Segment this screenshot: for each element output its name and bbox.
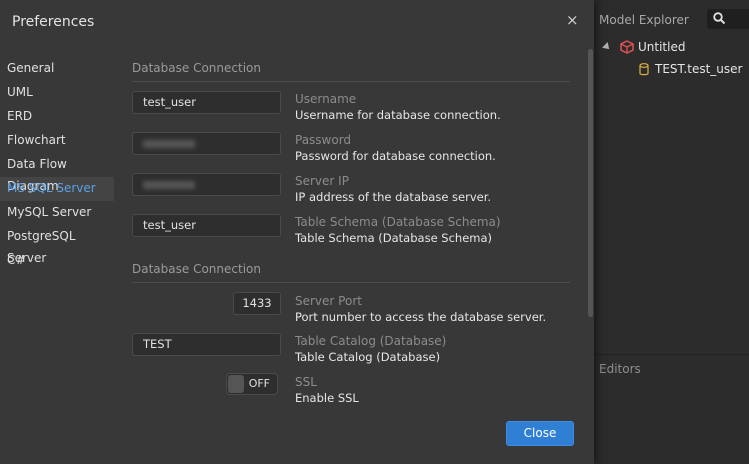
panel-divider: [594, 354, 749, 355]
username-label: Username: [295, 92, 357, 106]
password-help: Password for database connection.: [295, 149, 496, 163]
username-field[interactable]: test_user: [132, 91, 281, 114]
server-port-description: Server Port Port number to access the da…: [295, 294, 546, 326]
table-schema-field[interactable]: test_user: [132, 214, 281, 237]
settings-content: Database Connection test_user Username U…: [132, 57, 570, 402]
nav-item-flowchart[interactable]: Flowchart: [0, 129, 114, 153]
toggle-knob: [228, 375, 244, 393]
nav-item-csharp[interactable]: C#: [0, 249, 114, 273]
server-ip-field[interactable]: [132, 173, 281, 196]
close-button[interactable]: Close: [506, 421, 574, 446]
cube-icon: [620, 40, 634, 54]
nav-item-general[interactable]: General: [0, 57, 114, 81]
table-catalog-field[interactable]: TEST: [132, 333, 281, 356]
tree-item-label: TEST.test_user: [655, 62, 743, 76]
nav-item-uml[interactable]: UML: [0, 81, 114, 105]
nav-item-data-flow-diagram[interactable]: Data Flow Diagram: [0, 153, 114, 193]
preferences-dialog: Preferences × General UML ERD Flowchart …: [0, 0, 594, 464]
table-schema-description: Table Schema (Database Schema) Table Sch…: [295, 215, 501, 247]
table-catalog-description: Table Catalog (Database) Table Catalog (…: [295, 334, 446, 366]
close-icon[interactable]: ×: [566, 12, 579, 28]
editors-label: Editors: [599, 362, 641, 376]
settings-scrollbar[interactable]: [588, 49, 593, 317]
section-header: Database Connection: [132, 262, 570, 283]
model-explorer-title: Model Explorer: [599, 13, 689, 27]
section-header: Database Connection: [132, 61, 570, 82]
masked-value: [143, 140, 195, 148]
dialog-title: Preferences: [12, 14, 95, 30]
ssl-label: SSL: [295, 375, 317, 389]
server-ip-description: Server IP IP address of the database ser…: [295, 174, 491, 206]
table-schema-label: Table Schema (Database Schema): [295, 215, 501, 229]
masked-value: [143, 181, 195, 189]
server-port-label: Server Port: [295, 294, 362, 308]
ssl-toggle[interactable]: OFF: [226, 373, 278, 395]
server-port-field[interactable]: 1433: [233, 292, 281, 315]
ssl-toggle-state: OFF: [248, 377, 270, 390]
tree-item-untitled[interactable]: Untitled: [602, 40, 686, 54]
nav-item-erd[interactable]: ERD: [0, 105, 114, 129]
server-port-help: Port number to access the database serve…: [295, 310, 547, 324]
nav-item-postgresql-server[interactable]: PostgreSQL Server: [0, 225, 114, 265]
password-description: Password Password for database connectio…: [295, 133, 496, 165]
search-icon: [713, 12, 726, 25]
ssl-description: SSL Enable SSL: [295, 375, 359, 402]
server-ip-label: Server IP: [295, 174, 349, 188]
tree-item-label: Untitled: [638, 40, 686, 54]
tree-item-test-user[interactable]: TEST.test_user: [639, 62, 742, 76]
database-icon: [639, 62, 649, 75]
nav-item-ms-sql-server[interactable]: MS SQL Server: [0, 177, 114, 201]
password-field[interactable]: [132, 132, 281, 155]
server-ip-help: IP address of the database server.: [295, 190, 492, 204]
table-schema-help: Table Schema (Database Schema): [295, 231, 493, 245]
ssl-help: Enable SSL: [295, 391, 359, 402]
username-description: Username Username for database connectio…: [295, 92, 501, 124]
explorer-search-button[interactable]: [707, 9, 749, 29]
preferences-nav: General UML ERD Flowchart Data Flow Diag…: [0, 57, 114, 273]
expand-arrow-icon[interactable]: [602, 42, 612, 52]
nav-item-mysql-server[interactable]: MySQL Server: [0, 201, 114, 225]
password-label: Password: [295, 133, 352, 147]
table-catalog-help: Table Catalog (Database): [295, 350, 441, 364]
username-help: Username for database connection.: [295, 108, 501, 122]
table-catalog-label: Table Catalog (Database): [295, 334, 447, 348]
